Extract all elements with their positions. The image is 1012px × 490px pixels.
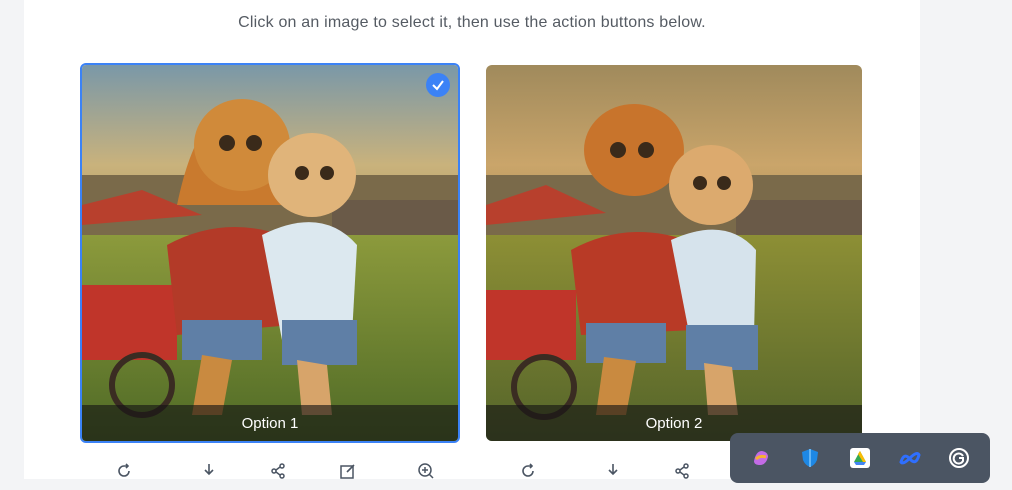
instruction-text: Click on an image to select it, then use… <box>238 14 706 31</box>
zoom-in-icon[interactable] <box>412 462 440 490</box>
cats-painting-image <box>82 65 458 441</box>
grammarly-icon[interactable] <box>948 447 970 469</box>
copilot-icon[interactable] <box>750 447 772 469</box>
download-icon[interactable] <box>599 462 627 490</box>
share-icon[interactable] <box>264 462 292 490</box>
selected-check-icon <box>426 73 450 97</box>
cats-painting-image <box>486 65 862 441</box>
image-option-2[interactable]: Option 2 <box>486 65 862 441</box>
meta-icon[interactable] <box>898 447 921 469</box>
option-1-caption: Option 1 <box>82 405 458 441</box>
share-icon[interactable] <box>668 462 696 490</box>
refresh-icon[interactable] <box>110 462 138 490</box>
download-icon[interactable] <box>195 462 223 490</box>
edit-icon[interactable] <box>334 462 362 490</box>
extension-tray <box>730 433 990 483</box>
image-option-1[interactable]: Option 1 <box>80 63 460 443</box>
google-drive-icon[interactable] <box>849 447 871 469</box>
shield-icon[interactable] <box>799 447 821 469</box>
refresh-icon[interactable] <box>514 462 542 490</box>
